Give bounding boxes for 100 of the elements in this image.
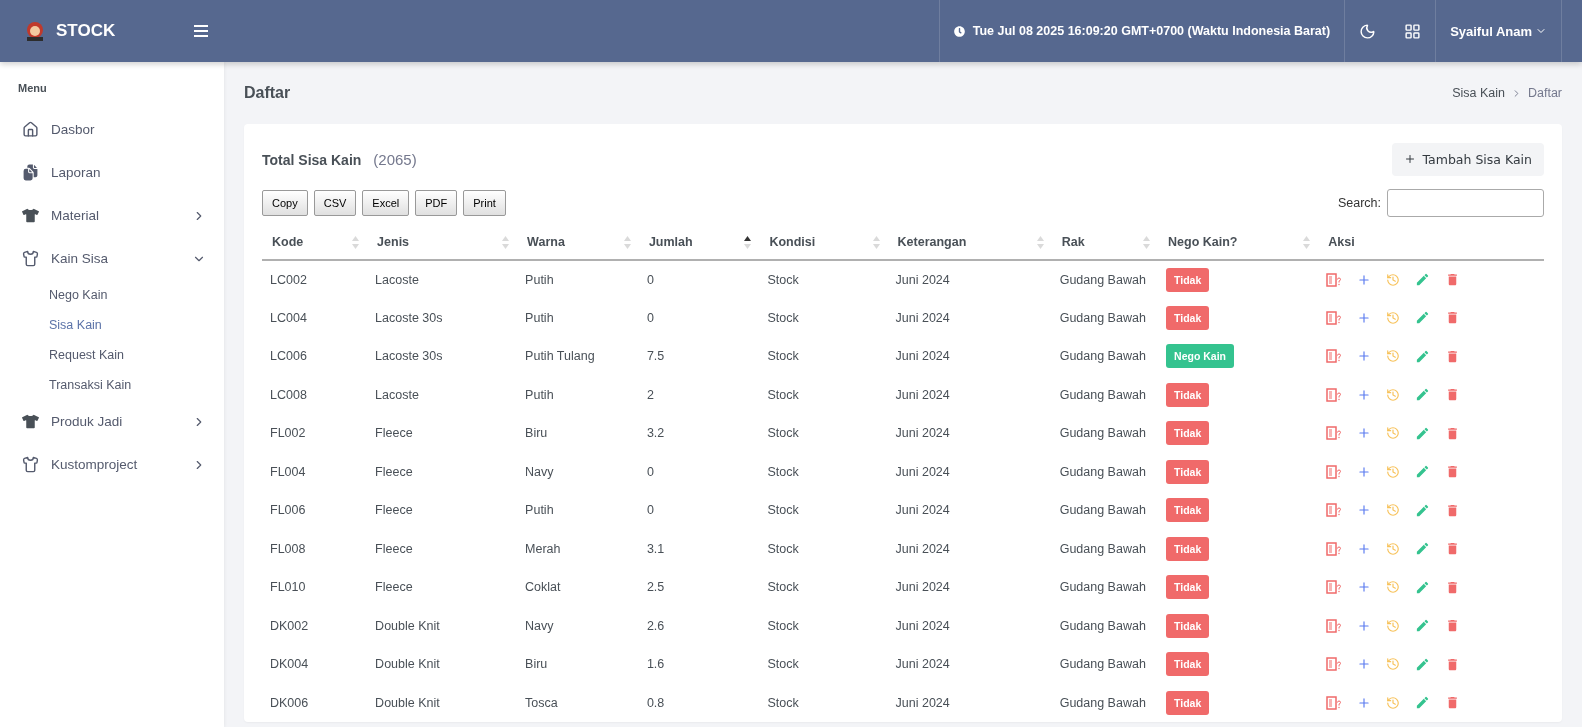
table-cell-text: FL008 [269, 540, 307, 558]
export-button[interactable]: CSV [313, 190, 357, 216]
book-question-icon[interactable] [1326, 580, 1343, 595]
history-icon[interactable] [1386, 618, 1401, 633]
history-icon[interactable] [1386, 503, 1401, 518]
export-button[interactable]: Excel [362, 190, 410, 216]
plus-icon[interactable] [1357, 464, 1372, 479]
sidebar-item[interactable]: Kain Sisa [0, 237, 224, 280]
column-header[interactable]: Jenis [367, 225, 518, 260]
book-question-icon[interactable] [1326, 503, 1343, 518]
pencil-icon[interactable] [1415, 541, 1431, 557]
table-cell-text: DK004 [269, 656, 310, 674]
plus-icon[interactable] [1357, 618, 1372, 633]
book-question-icon[interactable] [1326, 426, 1343, 441]
pencil-icon[interactable] [1415, 695, 1431, 711]
table-cell: Juni 2024 [887, 260, 1052, 299]
plus-icon[interactable] [1357, 580, 1372, 595]
table-cell-text: Coklat [524, 579, 562, 597]
book-question-icon[interactable] [1326, 387, 1343, 402]
history-icon[interactable] [1386, 580, 1401, 595]
table-cell-text: Stock [766, 540, 800, 558]
user-menu-button[interactable]: Syaiful Anam [1435, 0, 1562, 62]
table-cell: Putih [517, 260, 639, 299]
brand-name: STOCK [56, 21, 116, 41]
column-header[interactable]: Kondisi [759, 225, 888, 260]
history-icon[interactable] [1386, 310, 1401, 325]
menu-toggle-button[interactable] [194, 25, 208, 37]
history-icon[interactable] [1386, 349, 1401, 364]
column-header[interactable]: Kode [262, 225, 368, 260]
table-cell-text: Fleece [374, 463, 414, 481]
history-icon[interactable] [1386, 464, 1401, 479]
column-header[interactable]: Keterangan [887, 225, 1052, 260]
pencil-icon[interactable] [1415, 348, 1431, 364]
sidebar-item[interactable]: Material [0, 194, 224, 237]
plus-icon[interactable] [1357, 387, 1372, 402]
plus-icon[interactable] [1357, 349, 1372, 364]
status-badge: Tidak [1166, 267, 1210, 292]
export-button[interactable]: Copy [262, 190, 308, 216]
pencil-icon[interactable] [1415, 272, 1431, 288]
book-question-icon[interactable] [1326, 695, 1343, 710]
table-cell-text: Lacoste 30s [374, 309, 444, 327]
plus-icon[interactable] [1357, 426, 1372, 441]
book-question-icon[interactable] [1326, 272, 1343, 287]
sidebar-item[interactable]: Laporan [0, 151, 224, 194]
mascot-logo-icon [24, 20, 46, 42]
table-cell-text: Double Knit [374, 617, 441, 635]
sidebar-item[interactable]: Produk Jadi [0, 400, 224, 443]
history-icon[interactable] [1386, 657, 1401, 672]
book-question-icon[interactable] [1326, 310, 1343, 325]
plus-icon[interactable] [1357, 503, 1372, 518]
table-cell-text: Stock [766, 425, 800, 443]
history-icon[interactable] [1386, 426, 1401, 441]
book-question-icon[interactable] [1326, 657, 1343, 672]
table-cell-text: Lacoste [374, 386, 420, 404]
column-header[interactable]: Jumlah [638, 225, 760, 260]
pencil-icon[interactable] [1415, 656, 1431, 672]
pencil-icon[interactable] [1415, 310, 1431, 326]
shirt-icon [22, 413, 39, 430]
sidebar-subitem[interactable]: Nego Kain [0, 280, 224, 310]
column-header[interactable]: Nego Kain? [1158, 225, 1319, 260]
add-button[interactable]: Tambah Sisa Kain [1391, 142, 1544, 176]
sidebar-subitem[interactable]: Sisa Kain [0, 310, 224, 340]
table-cell-text: Putih [524, 309, 555, 327]
history-icon[interactable] [1386, 272, 1401, 287]
search-field[interactable] [1387, 189, 1544, 217]
book-question-icon[interactable] [1326, 618, 1343, 633]
status-badge: Nego Kain [1166, 344, 1234, 369]
table-cell: 0 [638, 260, 760, 299]
column-header[interactable]: Aksi [1318, 225, 1544, 260]
sidebar-subitem[interactable]: Request Kain [0, 340, 224, 370]
export-button[interactable]: PDF [415, 190, 458, 216]
book-question-icon[interactable] [1326, 464, 1343, 479]
book-question-icon[interactable] [1326, 349, 1343, 364]
sidebar-subitem[interactable]: Transaksi Kain [0, 370, 224, 400]
table-cell-text: Fleece [374, 579, 414, 597]
table-cell-text: Putih Tulang [524, 348, 596, 366]
pencil-icon[interactable] [1415, 618, 1431, 634]
shirt-icon [22, 456, 39, 473]
breadcrumb-link[interactable]: Sisa Kain [1452, 86, 1505, 100]
table-cell-text: FL010 [269, 579, 307, 597]
export-button[interactable]: Print [463, 190, 506, 216]
pencil-icon[interactable] [1415, 387, 1431, 403]
pencil-icon[interactable] [1415, 502, 1431, 518]
pencil-icon[interactable] [1415, 425, 1431, 441]
history-icon[interactable] [1386, 541, 1401, 556]
plus-icon[interactable] [1357, 657, 1372, 672]
column-header[interactable]: Rak [1051, 225, 1159, 260]
pencil-icon[interactable] [1415, 579, 1431, 595]
plus-icon[interactable] [1357, 272, 1372, 287]
history-icon[interactable] [1386, 387, 1401, 402]
plus-icon[interactable] [1357, 310, 1372, 325]
sidebar-item[interactable]: Kustomproject [0, 443, 224, 486]
plus-icon[interactable] [1357, 695, 1372, 710]
pencil-icon[interactable] [1415, 464, 1431, 480]
book-question-icon[interactable] [1326, 541, 1343, 556]
sidebar-item[interactable]: Dasbor [0, 108, 224, 151]
column-header[interactable]: Warna [517, 225, 639, 260]
history-icon[interactable] [1386, 695, 1401, 710]
plus-icon[interactable] [1357, 541, 1372, 556]
status-badge: Tidak [1166, 652, 1210, 677]
